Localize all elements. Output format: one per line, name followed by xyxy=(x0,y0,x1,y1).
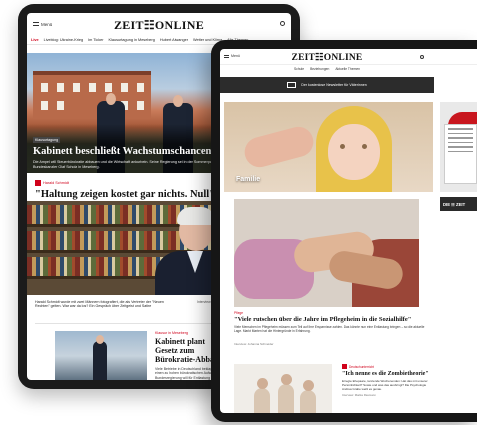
back-logo[interactable]: ZEIT☷ONLINE xyxy=(27,18,291,33)
zombie-headline[interactable]: "Ich nenne es die Zombietheorie" xyxy=(342,371,432,378)
nav-item-schule[interactable]: Schule xyxy=(294,67,304,71)
zombie-meta: Interview: Marike Rasmann xyxy=(342,393,376,398)
user-icon[interactable] xyxy=(280,21,285,26)
interview-header: Harald Schmidt "Haltung zeigen kostet ga… xyxy=(35,180,225,200)
interview-kicker: Harald Schmidt xyxy=(35,180,225,186)
pflege-kicker: Pflege xyxy=(234,311,244,315)
interview-kicker-label: Harald Schmidt xyxy=(43,181,69,185)
zplus-icon xyxy=(342,364,347,369)
nav-item-meseberg[interactable]: Klausurtagung in Meseberg xyxy=(108,38,154,42)
bottom-article-image[interactable] xyxy=(55,331,147,380)
zombie-article-text: Deutschunterricht "Ich nenne es die Zomb… xyxy=(342,364,432,397)
user-icon[interactable] xyxy=(420,55,424,59)
zplus-icon xyxy=(35,180,41,186)
familie-feature-image[interactable]: Familie xyxy=(224,102,433,192)
front-tablet: Menü ZEIT☷ONLINE Schule Beziehungen Aktu… xyxy=(211,40,477,422)
front-logo[interactable]: ZEIT☷ONLINE xyxy=(220,52,434,63)
nav-item-ticker[interactable]: Im Ticker xyxy=(88,38,103,42)
nav-item-aiwanger[interactable]: Hubert Aiwanger xyxy=(160,38,188,42)
pflege-article-image[interactable] xyxy=(234,199,419,307)
familie-label: Familie xyxy=(236,176,261,183)
nav-item-liveblog[interactable]: Liveblog: Ukraine-Krieg xyxy=(44,38,83,42)
zombie-article-image[interactable] xyxy=(234,364,332,413)
pflege-meta: Interview: Johanna Schneider xyxy=(234,342,274,346)
pflege-teaser: Viele Menschen im Pflegeheim müssen zum … xyxy=(234,325,425,333)
side-promo[interactable] xyxy=(440,102,477,192)
die-zeit-label[interactable]: DIE ☷ ZEIT xyxy=(440,197,477,211)
newsletter-label: Der kostenlose Newsletter für Väterinnen xyxy=(301,83,367,87)
zombie-kicker-label: Deutschunterricht xyxy=(349,364,374,369)
zombie-teaser: Erregte Ehepaare, tanzende Wochenenden: … xyxy=(342,379,428,391)
pflege-headline[interactable]: "Viele rutschen über die Jahre im Pflege… xyxy=(234,316,434,324)
interview-caption: Harald Schmidt wurde mit zwei Männern fo… xyxy=(35,300,164,309)
nav-item-live[interactable]: Live xyxy=(31,38,39,42)
nav-item-beziehungen[interactable]: Beziehungen xyxy=(310,67,329,71)
front-tablet-screen: Menü ZEIT☷ONLINE Schule Beziehungen Aktu… xyxy=(220,49,477,413)
back-header: Menü ZEIT☷ONLINE xyxy=(27,13,291,35)
front-nav: Schule Beziehungen Aktuelle Themen xyxy=(220,65,434,73)
front-header: Menü ZEIT☷ONLINE xyxy=(220,49,477,65)
hero-kicker: Klausurtagung xyxy=(33,137,61,143)
envelope-icon xyxy=(287,82,297,88)
newsletter-banner[interactable]: Der kostenlose Newsletter für Väterinnen xyxy=(220,77,434,93)
device-mockup-stage: Menü ZEIT☷ONLINE Live Liveblog: Ukraine-… xyxy=(0,0,477,425)
interview-headline[interactable]: "Haltung zeigen kostet gar nichts. Null" xyxy=(35,189,225,200)
zombie-kicker: Deutschunterricht xyxy=(342,364,432,369)
hero-building xyxy=(33,71,151,119)
nav-item-aktuelle-themen[interactable]: Aktuelle Themen xyxy=(335,67,360,71)
